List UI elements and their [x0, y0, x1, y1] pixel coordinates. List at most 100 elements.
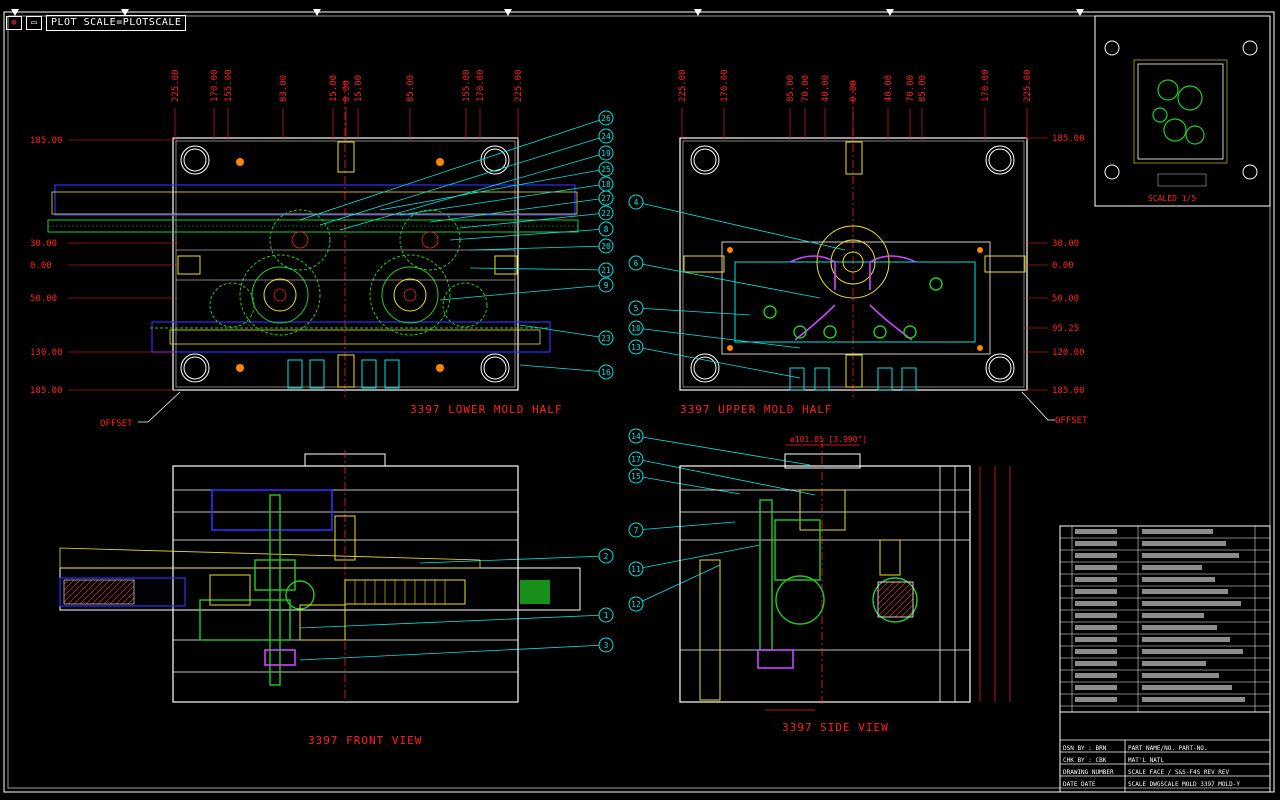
dimension-label: 0.00: [30, 261, 52, 271]
balloon-number: 16: [601, 368, 611, 377]
balloon-number: 25: [601, 165, 611, 174]
bom-cell-text: [1075, 673, 1117, 678]
dimension-label: 50.00: [1052, 294, 1079, 304]
title-row-3-right: SCALE FACE / S&S-F4S REV REV: [1128, 769, 1230, 776]
bom-cell-text: [1075, 697, 1117, 702]
balloon-number: 24: [601, 132, 611, 141]
balloon-number: 10: [631, 324, 641, 333]
balloon-leader: [339, 152, 607, 231]
plot-scale-label: PLOT SCALE=PLOTSCALE: [46, 15, 187, 31]
side-view-title: 3397 SIDE VIEW: [782, 721, 889, 734]
bom-cell-text: [1142, 625, 1217, 630]
dimension-label: 15.00: [354, 75, 364, 102]
balloon-leader: [449, 228, 607, 241]
front-view[interactable]: 3397 FRONT VIEW: [59, 450, 581, 747]
dimension-label: 225.00: [514, 69, 524, 102]
balloon-number: 26: [601, 114, 611, 123]
bom-cell-text: [1142, 697, 1245, 702]
dimension-label: 85.00: [918, 75, 928, 102]
lower-left-dimensions: 185.00 30.00 0.00 50.00 130.00 185.00: [30, 136, 178, 396]
balloon-number: 21: [601, 266, 611, 275]
dimension-label: 15.00: [329, 75, 339, 102]
balloon-number: 19: [601, 149, 611, 158]
dimension-label: 0.00: [849, 80, 859, 102]
bom-cell-text: [1075, 601, 1117, 606]
dimension-label: 120.00: [1052, 348, 1085, 358]
cad-drawing-canvas[interactable]: 3397 LOWER MOLD HALF OFFSET 3397 UPPER M…: [0, 0, 1280, 800]
bom-cell-text: [1142, 541, 1226, 546]
balloon-number: 5: [634, 304, 639, 313]
title-row-3-left: DRAWING NUMBER: [1063, 769, 1114, 776]
balloon-number: 12: [631, 600, 641, 609]
balloon-leader: [299, 644, 607, 661]
cad-toolbar: ⊕ ▭ PLOT SCALE=PLOTSCALE: [6, 14, 187, 32]
dimension-label: 225.00: [678, 69, 688, 102]
balloon-number: 15: [631, 472, 641, 481]
bom-cell-text: [1142, 601, 1241, 606]
side-width-dimension: ø101.85 [3.990"]: [790, 435, 867, 444]
inset-scale-label: SCALED 1/5: [1148, 194, 1196, 203]
bom-cell-text: [1075, 625, 1117, 630]
osnap-icon[interactable]: ⊕: [6, 16, 22, 30]
inset-viewport[interactable]: SCALED 1/5: [1094, 15, 1271, 207]
dimension-label: 95.25: [1052, 324, 1079, 334]
balloon-leader: [635, 521, 736, 531]
title-row-2-left: CHK BY : CBK: [1063, 757, 1107, 764]
balloon-leader: [469, 245, 607, 251]
title-row-1-left: DSN BY : BRN: [1063, 745, 1107, 752]
bom-cell-text: [1075, 529, 1117, 534]
side-view[interactable]: ø101.85 [3.990"] 3397 SIDE VIEW: [679, 435, 1011, 734]
dimension-label: 70.00: [801, 75, 811, 102]
lower-mold-half-title: 3397 LOWER MOLD HALF: [410, 403, 562, 416]
balloon-number: 27: [601, 194, 611, 203]
upper-part-balloons: 4 6 5 10 13: [628, 194, 846, 379]
bom-cell-text: [1075, 565, 1117, 570]
bom-cell-text: [1075, 553, 1117, 558]
balloon-number: 1: [604, 611, 609, 620]
dimension-label: 155.00: [462, 69, 472, 102]
window-icon[interactable]: ▭: [26, 16, 42, 30]
dimension-label: 185.00: [30, 386, 63, 396]
dimension-label: 185.00: [1052, 134, 1085, 144]
dimension-label: 30.00: [30, 239, 57, 249]
bom-cell-text: [1075, 577, 1117, 582]
balloon-number: 9: [604, 281, 609, 290]
dimension-label: 225.00: [1023, 69, 1033, 102]
title-row-4-left: DATE DATE: [1063, 781, 1096, 788]
bom-cell-text: [1075, 589, 1117, 594]
title-row-1-right: PART NAME/NO. PART-NO.: [1128, 745, 1207, 752]
balloon-leader: [635, 262, 821, 299]
balloon-leader: [635, 564, 721, 605]
bom-cell-text: [1075, 637, 1117, 642]
balloon-number: 6: [634, 259, 639, 268]
bom-cell-text: [1075, 661, 1117, 666]
title-row-2-right: MAT'L NATL: [1128, 757, 1165, 764]
dimension-label: 83.00: [279, 75, 289, 102]
bom-cell-text: [1142, 589, 1228, 594]
balloon-leader: [635, 544, 761, 570]
balloon-number: 22: [601, 209, 611, 218]
dimension-label: 0.00: [342, 80, 352, 102]
front-view-title: 3397 FRONT VIEW: [308, 734, 422, 747]
upper-offset-label: OFFSET: [1055, 416, 1088, 426]
balloon-leader: [299, 614, 607, 629]
dimension-label: 170.00: [981, 69, 991, 102]
dimension-label: 85.00: [786, 75, 796, 102]
balloon-leader: [469, 267, 607, 271]
balloon-number: 17: [631, 455, 641, 464]
bom-cell-text: [1142, 613, 1204, 618]
balloon-leader: [439, 284, 607, 301]
dimension-label: 170.00: [720, 69, 730, 102]
balloon-number: 11: [631, 565, 641, 574]
dimension-label: 155.00: [224, 69, 234, 102]
dimension-label: 185.00: [1052, 386, 1085, 396]
bom-cell-text: [1075, 613, 1117, 618]
title-row-4-right: SCALE DWGSCALE MOLD 3397 MOLD-Y: [1128, 781, 1240, 788]
lower-mold-half-view[interactable]: 3397 LOWER MOLD HALF OFFSET: [47, 80, 579, 429]
balloon-leader: [519, 324, 607, 339]
upper-right-dimensions: 185.00 30.00 0.00 50.00 95.25 120.00 185.00: [1025, 134, 1085, 396]
dimension-label: 40.00: [884, 75, 894, 102]
dimension-label: 185.00: [30, 136, 63, 146]
balloon-leader: [635, 435, 811, 466]
side-view-body: [679, 465, 971, 703]
